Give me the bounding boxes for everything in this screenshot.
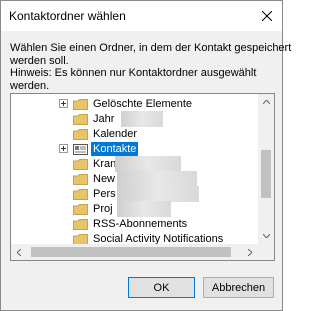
folder-icon <box>73 204 88 215</box>
folder-icon <box>73 189 88 200</box>
title-bar[interactable]: Kontaktordner wählen <box>1 1 282 31</box>
tree-row[interactable]: Pers <box>11 186 259 202</box>
tree-row[interactable]: RSS-Abonnements <box>11 216 259 232</box>
instruction-line: werden soll. <box>10 54 69 67</box>
redacted-text <box>117 171 197 187</box>
tree-row-label: Gelöschte Elemente <box>93 98 193 110</box>
folder-icon <box>73 219 88 230</box>
folder-tree[interactable]: Gelöschte Elemente Jahr Kalender Kontakte Kr… <box>10 93 275 261</box>
expand-icon[interactable] <box>59 99 68 108</box>
scroll-left-arrow-icon[interactable] <box>11 244 27 260</box>
tree-row-label: Pers <box>93 188 116 200</box>
scroll-right-arrow-icon[interactable] <box>242 244 258 260</box>
tree-row-label: Proj <box>93 203 113 215</box>
close-icon <box>262 11 272 21</box>
scroll-up-arrow-icon[interactable] <box>258 94 274 110</box>
cancel-button[interactable]: Abbrechen <box>203 277 274 298</box>
tree-row-label: New <box>93 173 116 185</box>
contacts-folder-icon <box>73 144 88 155</box>
folder-icon <box>73 99 88 110</box>
folder-icon <box>73 159 88 170</box>
tree-row[interactable]: Gelöschte Elemente <box>11 96 259 112</box>
redacted-text <box>117 201 171 217</box>
folder-icon <box>73 174 88 185</box>
vertical-scrollbar[interactable] <box>258 94 274 260</box>
dialog-title: Kontaktordner wählen <box>9 9 126 23</box>
tree-row-label: Kontakte <box>91 142 139 156</box>
folder-icon <box>73 129 88 140</box>
dialog-window: Kontaktordner wählen Wählen Sie einen Or… <box>0 0 292 311</box>
horizontal-scrollbar[interactable] <box>11 244 258 260</box>
tree-row[interactable]: Kalender <box>11 126 259 142</box>
ok-button[interactable]: OK <box>128 277 195 298</box>
redacted-text <box>121 111 163 127</box>
instruction-line: werden. <box>10 79 50 92</box>
expand-icon[interactable] <box>59 144 68 153</box>
horizontal-scroll-thumb[interactable] <box>31 247 231 257</box>
instruction-line: Wählen Sie einen Ordner, in dem der Kont… <box>10 42 292 54</box>
tree-row[interactable]: Kran <box>11 156 259 172</box>
vertical-scroll-thumb[interactable] <box>261 150 271 198</box>
tree-row-label: RSS-Abonnements <box>93 218 188 230</box>
tree-row[interactable]: Proj <box>11 201 259 217</box>
scroll-down-arrow-icon[interactable] <box>258 228 274 244</box>
tree-row[interactable]: Kontakte <box>11 141 259 157</box>
instruction-line: Hinweis: Es können nur Kontaktordner aus… <box>10 67 257 79</box>
redacted-text <box>115 156 181 172</box>
close-button[interactable] <box>252 1 282 31</box>
tree-row-label: Jahr <box>93 113 115 125</box>
tree-row[interactable]: New <box>11 171 259 187</box>
folder-icon <box>73 114 88 125</box>
redacted-text <box>117 186 199 202</box>
tree-row-label: Kalender <box>93 128 138 140</box>
tree-row[interactable]: Jahr <box>11 111 259 127</box>
instructions-text: Wählen Sie einen Ordner, in dem der Kont… <box>10 42 292 92</box>
